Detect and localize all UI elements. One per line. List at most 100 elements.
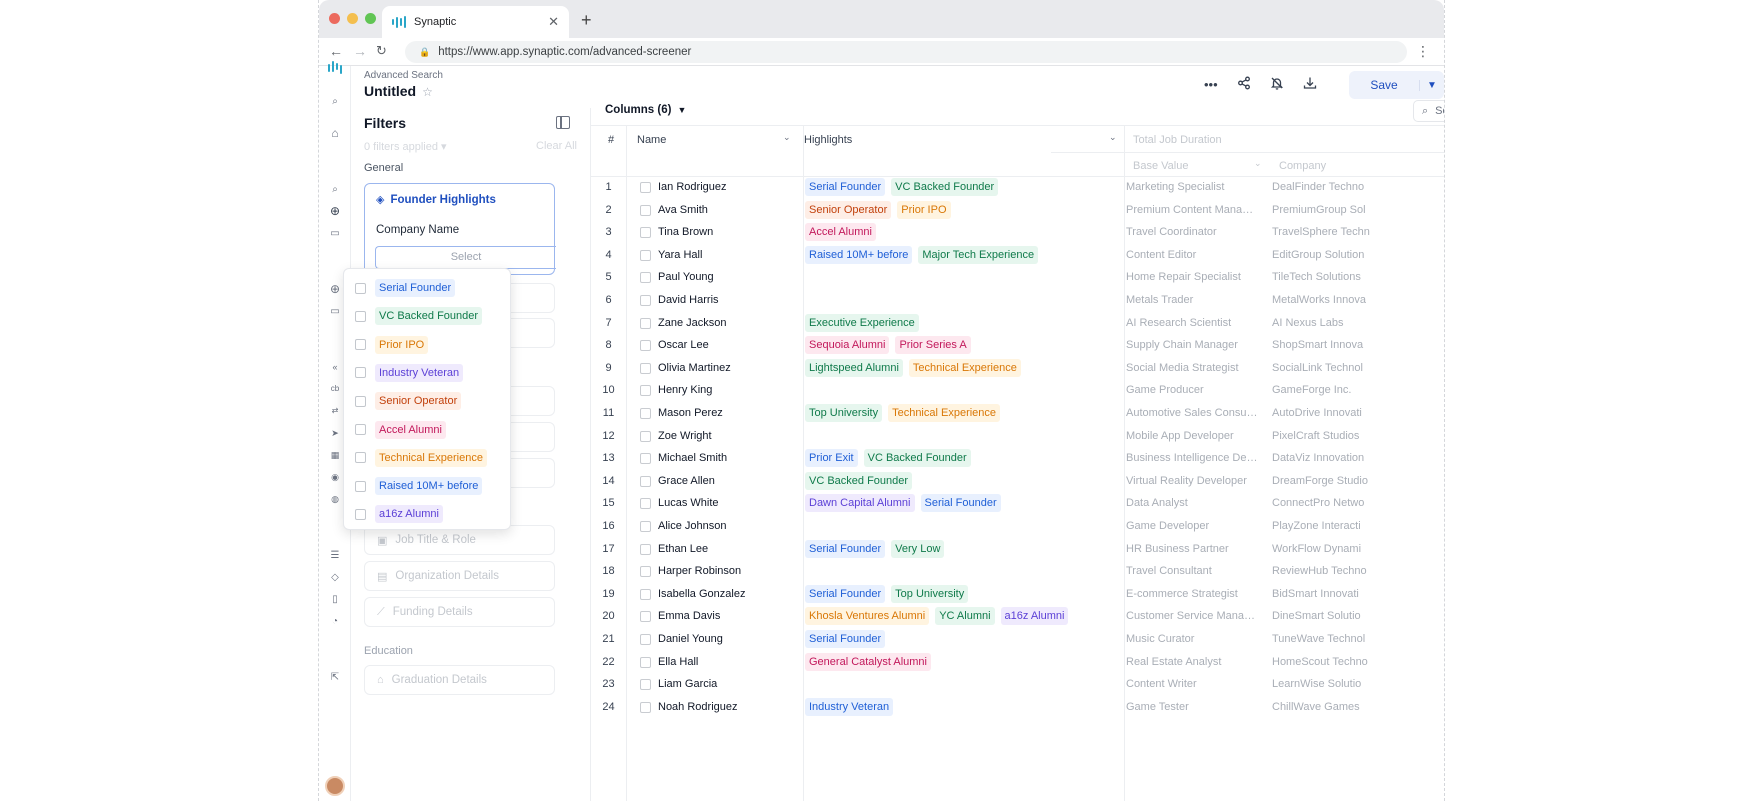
row-checkbox[interactable]	[640, 634, 651, 645]
table-row[interactable]: 18 Harper Robinson Travel Consultant Review…	[591, 561, 1444, 583]
bell-icon[interactable]: ◔	[319, 616, 351, 627]
graduation-details-filter[interactable]: ⌂ Graduation Details	[364, 665, 555, 695]
person-name[interactable]: Zane Jackson	[658, 317, 726, 329]
row-checkbox[interactable]	[640, 656, 651, 668]
list-icon[interactable]: ☰	[319, 550, 351, 561]
row-checkbox[interactable]	[640, 521, 651, 532]
row-checkbox[interactable]	[640, 317, 651, 329]
row-checkbox[interactable]	[640, 295, 651, 306]
table-row[interactable]: 15 Lucas White Dawn Capital Alumni Serial F…	[591, 493, 1444, 515]
table-row[interactable]: 14 Grace Allen VC Backed Founder Virtual Re…	[591, 471, 1444, 493]
browser-menu-icon[interactable]: ⋮	[1416, 43, 1430, 60]
row-checkbox[interactable]	[640, 430, 651, 442]
minimize-window-button[interactable]	[347, 13, 358, 24]
row-checkbox[interactable]	[640, 408, 651, 419]
row-checkbox[interactable]	[640, 453, 651, 465]
table-row[interactable]: 20 Emma Davis Khosla Ventures Alumni YC Alu…	[591, 606, 1444, 628]
table-row[interactable]: 10 Henry King Game Producer GameForge Inc.	[591, 380, 1444, 402]
organization-details-filter[interactable]: ▤ Organization Details	[364, 561, 555, 591]
option-checkbox[interactable]	[355, 395, 366, 407]
add-circle-icon[interactable]: ⊕	[319, 204, 351, 218]
browser-tab[interactable]: Synaptic ✕	[382, 6, 569, 38]
row-checkbox[interactable]	[640, 227, 651, 239]
download-icon[interactable]	[1303, 76, 1317, 93]
col-header-highlights[interactable]: Highlights	[804, 134, 852, 146]
row-checkbox[interactable]	[640, 566, 651, 578]
folder-icon[interactable]: ▭	[319, 228, 351, 239]
panel-toggle-icon[interactable]	[556, 116, 570, 129]
maximize-window-button[interactable]	[365, 13, 376, 24]
row-checkbox[interactable]	[640, 385, 651, 397]
clear-all-button[interactable]: Clear All	[536, 140, 577, 152]
table-row[interactable]: 5 Paul Young Home Repair Specialist TileTec…	[591, 267, 1444, 289]
table-row[interactable]: 4 Yara Hall Raised 10M+ before Major Tech E…	[591, 245, 1444, 267]
person-name[interactable]: Olivia Martinez	[658, 362, 731, 374]
share-icon[interactable]	[1237, 76, 1251, 93]
person-name[interactable]: Mason Perez	[658, 407, 723, 419]
row-checkbox[interactable]	[640, 204, 651, 216]
dropdown-option[interactable]: a16z Alumni	[355, 505, 443, 524]
row-checkbox[interactable]	[640, 340, 651, 352]
forward-arrow-icon[interactable]: →	[353, 43, 367, 59]
funding-details-filter[interactable]: ⟋ Funding Details	[364, 597, 555, 627]
option-checkbox[interactable]	[355, 367, 366, 379]
dropdown-option[interactable]: Serial Founder	[355, 279, 456, 297]
columns-button[interactable]: Columns (6) ▼	[605, 104, 686, 116]
table-row[interactable]: 24 Noah Rodriguez Industry Veteran Game Tes…	[591, 697, 1444, 719]
row-checkbox[interactable]	[640, 498, 651, 510]
dropdown-option[interactable]: Senior Operator	[355, 392, 462, 411]
person-name[interactable]: Ian Rodriguez	[658, 181, 727, 193]
table-row[interactable]: 11 Mason Perez Top University Technical Exp…	[591, 403, 1444, 425]
col-header-name[interactable]: Name	[637, 134, 666, 146]
option-checkbox[interactable]	[355, 339, 366, 351]
chevron-down-icon[interactable]: ⌄	[1109, 132, 1117, 143]
col-header-total-job-duration[interactable]: Total Job Duration	[1133, 134, 1222, 146]
founder-highlights-header[interactable]: ◈ Founder Highlights	[376, 193, 496, 206]
person-name[interactable]: Noah Rodriguez	[658, 701, 738, 713]
col-header-base-value[interactable]: Base Value	[1133, 160, 1188, 172]
row-checkbox[interactable]	[640, 249, 651, 261]
person-name[interactable]: David Harris	[658, 294, 719, 306]
close-tab-icon[interactable]: ✕	[548, 14, 559, 30]
option-checkbox[interactable]	[355, 310, 366, 322]
filters-applied-count[interactable]: 0 filters applied ▾	[364, 140, 447, 153]
person-name[interactable]: Paul Young	[658, 271, 714, 283]
col-header-company[interactable]: Company	[1279, 160, 1326, 172]
synaptic-logo-icon[interactable]	[319, 60, 351, 79]
table-row[interactable]: 1 Ian Rodriguez Serial Founder VC Backed Fo…	[591, 177, 1444, 199]
person-name[interactable]: Zoe Wright	[658, 430, 712, 442]
chevron-down-icon[interactable]: ⌄	[1254, 158, 1262, 169]
person-name[interactable]: Henry King	[658, 384, 712, 396]
person-name[interactable]: Tina Brown	[658, 226, 713, 238]
table-row[interactable]: 17 Ethan Lee Serial Founder Very Low HR Busi…	[591, 539, 1444, 561]
table-row[interactable]: 7 Zane Jackson Executive Experience AI Rese…	[591, 313, 1444, 335]
option-checkbox[interactable]	[355, 508, 366, 520]
new-tab-icon[interactable]: +	[581, 10, 592, 31]
table-row[interactable]: 12 Zoe Wright Mobile App Developer PixelCra…	[591, 426, 1444, 448]
bell-off-icon[interactable]	[1270, 76, 1284, 93]
page-title-text[interactable]: Untitled	[364, 83, 416, 99]
person-name[interactable]: Isabella Gonzalez	[658, 588, 745, 600]
diamond-icon[interactable]: ◇	[319, 572, 351, 583]
row-checkbox[interactable]	[640, 611, 651, 623]
person-name[interactable]: Grace Allen	[658, 475, 715, 487]
table-row[interactable]: 6 David Harris Metals Trader MetalWorks Inn…	[591, 290, 1444, 312]
option-checkbox[interactable]	[355, 282, 366, 294]
url-field[interactable]: 🔒 https://www.app.synaptic.com/advanced-…	[405, 41, 1407, 63]
row-checkbox[interactable]	[640, 588, 651, 600]
table-row[interactable]: 21 Daniel Young Serial Founder Music Curato…	[591, 629, 1444, 651]
row-checkbox[interactable]	[640, 272, 651, 284]
save-button[interactable]: Save	[1349, 78, 1419, 92]
row-checkbox[interactable]	[640, 679, 651, 691]
search-results-field[interactable]: ⌕ Search from results	[1413, 100, 1444, 122]
table-row[interactable]: 16 Alice Johnson Game Developer PlayZone In…	[591, 516, 1444, 538]
row-checkbox[interactable]	[640, 182, 651, 193]
option-checkbox[interactable]	[355, 424, 366, 435]
person-name[interactable]: Lucas White	[658, 497, 719, 509]
dropdown-option[interactable]: Industry Veteran	[355, 363, 464, 382]
person-name[interactable]: Daniel Young	[658, 633, 723, 645]
person-name[interactable]: Ava Smith	[658, 204, 708, 216]
dropdown-option[interactable]: Accel Alumni	[355, 420, 446, 439]
person-name[interactable]: Oscar Lee	[658, 339, 709, 351]
save-options-chevron-icon[interactable]: ▼	[1419, 79, 1444, 91]
